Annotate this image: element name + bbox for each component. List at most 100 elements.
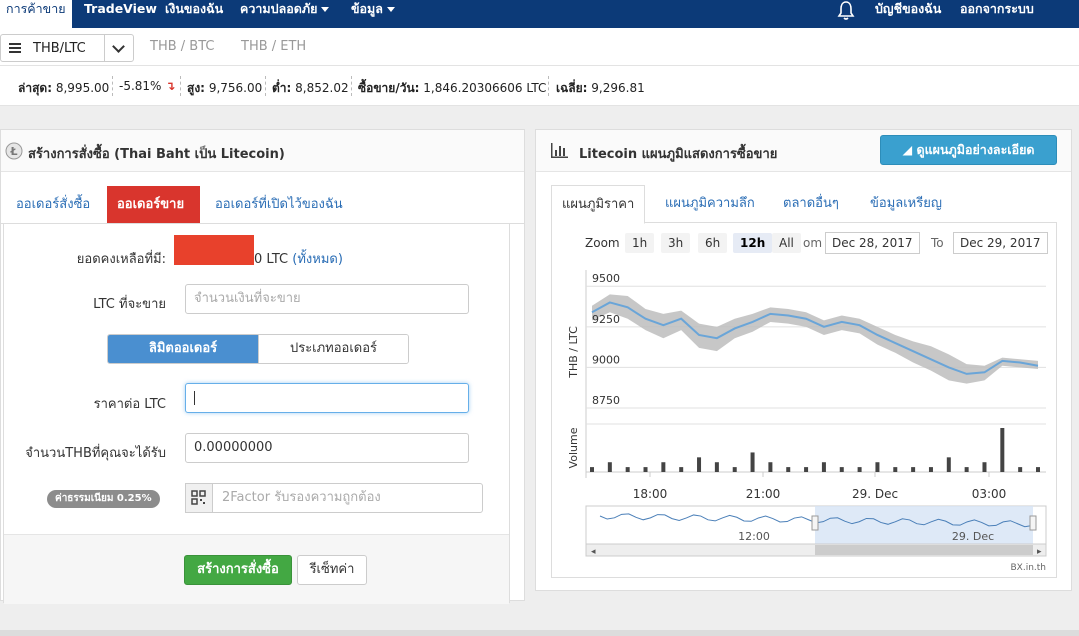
chart-tabs: แผนภูมิราคา แผนภูมิความลึก ตลาดอื่นๆ ข้อ… — [551, 185, 1056, 224]
pair-dropdown-toggle[interactable] — [104, 35, 134, 61]
menu-icon — [9, 43, 21, 53]
view-detailed-chart-button[interactable]: ◢ ดูแผนภูมิอย่างละเอียด — [880, 135, 1057, 165]
ticker-divider — [548, 76, 549, 96]
volume-bar — [982, 462, 987, 472]
price-range-band — [592, 294, 1038, 384]
tab-coin-info[interactable]: ข้อมูลเหรียญ — [860, 185, 952, 223]
nav-my-account[interactable]: บัญชีของฉัน — [875, 0, 941, 28]
amount-input[interactable]: จำนวนเงินที่จะขาย — [185, 284, 469, 314]
ticker-divider — [265, 76, 266, 96]
ticker-volume-label: ซื้อขาย/วัน: — [358, 81, 420, 95]
ticker-avg-value: 9,296.81 — [591, 81, 645, 95]
x-tick-label: 03:00 — [972, 487, 1007, 501]
nav-my-money[interactable]: เงินของฉัน — [165, 0, 223, 28]
ticker-last-label: ล่าสุด: — [18, 81, 53, 95]
tab-sell-order[interactable]: ออเดอร์ขาย — [107, 186, 200, 223]
limit-order-button[interactable]: ลิมิตออเดอร์ — [108, 335, 258, 363]
ticker-divider — [112, 76, 113, 96]
redacted-balance — [174, 235, 254, 265]
tab-my-open-orders[interactable]: ออเดอร์ที่เปิดไว้ของฉัน — [205, 186, 353, 224]
zoom-all[interactable]: All — [772, 233, 801, 253]
volume-bar — [786, 467, 791, 472]
volume-axis-title: Volume — [567, 427, 580, 468]
chart-navigator[interactable]: 12:00 29. Dec ◂ ▸ BX.in.th — [585, 505, 1047, 573]
form-actions: สร้างการสั่งซื้อ รีเซ็ทค่า — [4, 534, 509, 604]
chart-credit: BX.in.th — [1011, 563, 1047, 573]
volume-bar — [607, 462, 612, 472]
price-chart[interactable]: 9500 9250 9000 8750 THB / LTC Volume 18:00 21:0… — [560, 262, 1058, 574]
ticker-high-label: สูง: — [187, 81, 205, 95]
text-cursor — [194, 390, 195, 405]
order-type-button[interactable]: ประเภทออเดอร์ — [258, 335, 408, 363]
ticker-low-label: ต่ำ: — [272, 81, 292, 95]
nav-logout[interactable]: ออกจากระบบ — [960, 0, 1034, 28]
bottom-edge — [0, 630, 1079, 636]
nav-security-label: ความปลอดภัย — [240, 1, 318, 16]
price-input[interactable] — [185, 383, 469, 413]
tab-other-markets[interactable]: ตลาดอื่นๆ — [773, 185, 849, 223]
ticker-change-value: -5.81% — [119, 79, 162, 93]
pair-link-thb-eth[interactable]: THB / ETH — [241, 39, 306, 54]
tab-depth-chart[interactable]: แผนภูมิความลึก — [655, 185, 765, 223]
nav-security[interactable]: ความปลอดภัย — [240, 0, 330, 28]
zoom-3h[interactable]: 3h — [661, 233, 691, 253]
volume-bar — [643, 467, 648, 472]
to-date-input[interactable]: Dec 29, 2017 — [953, 232, 1048, 254]
navigator-handle-right — [1029, 515, 1037, 531]
ticker-divider — [351, 76, 352, 96]
create-order-button[interactable]: สร้างการสั่งซื้อ — [184, 555, 292, 585]
volume-bar — [697, 457, 702, 472]
tab-buy-order[interactable]: ออเดอร์สั่งซื้อ — [6, 186, 100, 224]
nav-trading[interactable]: การค้าขาย — [0, 0, 72, 28]
ticker-bar: ล่าสุด: 8,995.00 -5.81% ↴ สูง: 9,756.00 … — [0, 66, 1079, 106]
svg-text:Ł: Ł — [9, 145, 17, 158]
ticker-avg-label: เฉลี่ย: — [556, 81, 588, 95]
order-panel: Ł สร้างการสั่งซื้อ (Thai Baht เป็น Litec… — [0, 129, 525, 604]
zoom-12h[interactable]: 12h — [733, 233, 773, 253]
top-nav: การค้าขาย TradeView เงินของฉัน ความปลอดภ… — [0, 0, 1079, 28]
order-panel-title: สร้างการสั่งซื้อ (Thai Baht เป็น Litecoi… — [28, 147, 285, 162]
volume-bar — [590, 467, 594, 472]
navigator-handle-left — [811, 515, 819, 531]
qr-code-icon — [185, 483, 213, 513]
bell-icon[interactable] — [835, 0, 857, 22]
ticker-last: ล่าสุด: 8,995.00 — [18, 79, 109, 98]
from-label: om — [803, 236, 823, 250]
volume-bar — [964, 467, 969, 472]
x-tick-label: 18:00 — [633, 487, 668, 501]
volume-bar — [911, 467, 916, 472]
ticker-divider — [180, 76, 181, 96]
pair-selected-label: THB/LTC — [33, 41, 86, 56]
twofa-input[interactable]: 2Factor รับรองความถูกต้อง — [185, 483, 483, 513]
ticker-low-value: 8,852.02 — [295, 81, 349, 95]
nav-info[interactable]: ข้อมูล — [351, 0, 395, 28]
order-type-toggle: ลิมิตออเดอร์ ประเภทออเดอร์ — [107, 334, 409, 364]
from-date-input[interactable]: Dec 28, 2017 — [825, 232, 920, 254]
balance-label: ยอดคงเหลือที่มี: — [76, 252, 166, 267]
ticker-volume: ซื้อขาย/วัน: 1,846.20306606 LTC — [358, 79, 546, 98]
zoom-6h[interactable]: 6h — [698, 233, 728, 253]
bar-chart-icon — [551, 143, 568, 158]
volume-bar — [821, 462, 826, 472]
scroll-left-icon: ◂ — [591, 547, 596, 557]
y-axis-title: THB / LTC — [567, 326, 580, 379]
volume-bars — [590, 428, 1040, 472]
use-all-balance-link[interactable]: (ทั้งหมด) — [292, 252, 343, 267]
litecoin-icon: Ł — [5, 142, 23, 160]
scrollbar-thumb — [815, 545, 1033, 555]
reset-button[interactable]: รีเซ็ทค่า — [297, 555, 367, 585]
tab-price-chart[interactable]: แผนภูมิราคา — [551, 185, 646, 224]
pair-bar: THB/LTC THB / BTC THB / ETH — [0, 28, 1079, 66]
pair-select[interactable]: THB/LTC — [0, 34, 134, 62]
zoom-1h[interactable]: 1h — [625, 233, 655, 253]
nav-tradeview[interactable]: TradeView — [84, 0, 157, 28]
to-label: To — [931, 236, 944, 250]
volume-bar — [768, 462, 773, 472]
volume-bar — [804, 467, 809, 472]
pair-link-thb-btc[interactable]: THB / BTC — [150, 39, 214, 54]
volume-bar — [661, 462, 666, 472]
chevron-down-icon — [386, 7, 395, 12]
volume-bar — [1036, 467, 1040, 472]
receive-amount-field[interactable]: 0.00000000 — [185, 433, 469, 463]
x-tick-label: 21:00 — [746, 487, 781, 501]
